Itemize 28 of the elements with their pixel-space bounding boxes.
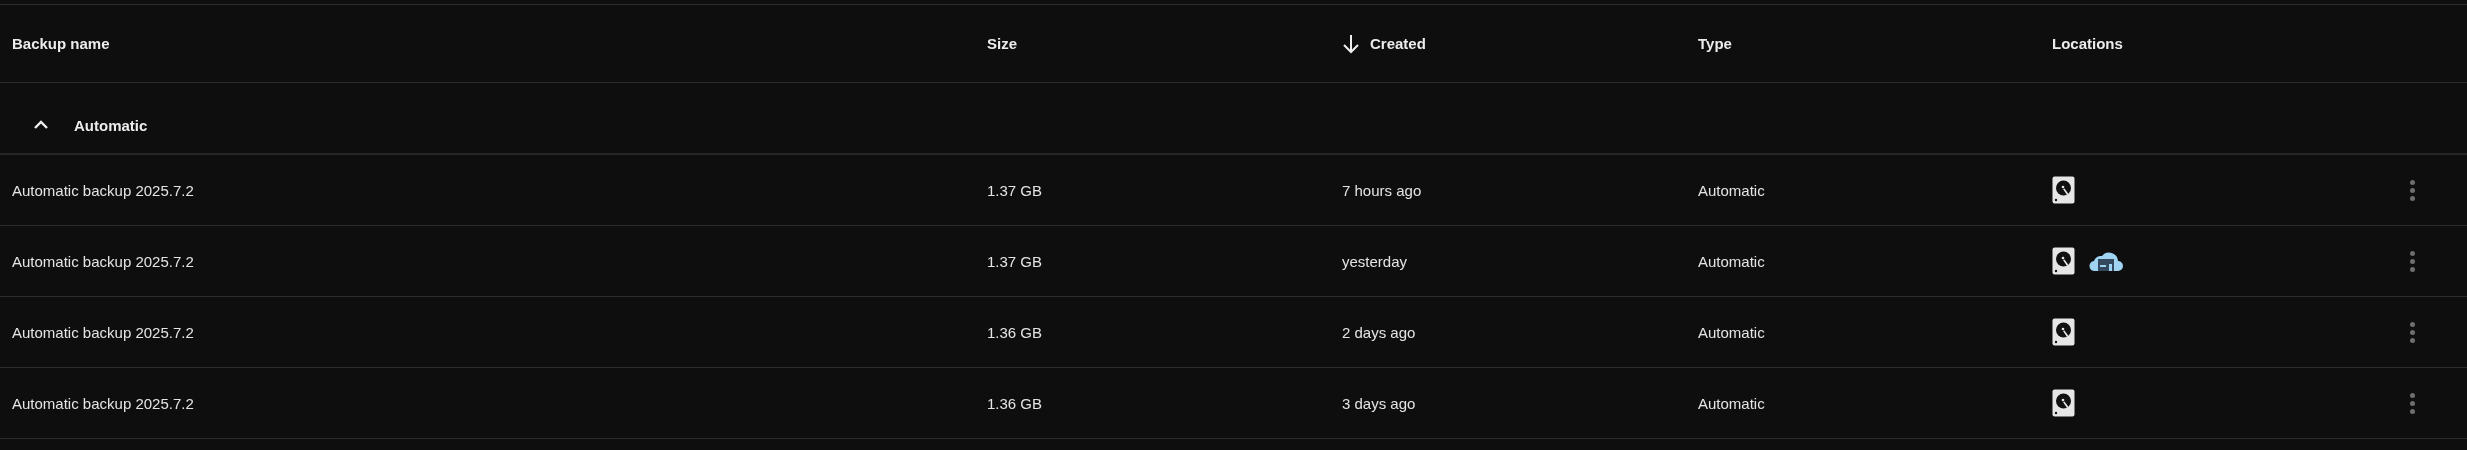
hard-drive-icon [2052, 389, 2075, 417]
table-cell-text: yesterday [1342, 252, 1409, 270]
table-cell-text: Automatic [1698, 252, 1766, 270]
table-cell-text: 7 hours ago [1342, 181, 1423, 199]
table-cell-text: 1.36 GB [987, 394, 1044, 412]
table-cell-text: 2 days ago [1342, 323, 1417, 341]
column-header[interactable]: Created [1370, 35, 1426, 52]
hard-drive-icon [2052, 176, 2075, 204]
hard-drive-icon [2052, 247, 2075, 275]
column-header[interactable]: Size [987, 35, 1017, 52]
sort-arrow-icon[interactable] [1342, 33, 1360, 54]
table-cell-text: Automatic [1698, 181, 1766, 199]
table-cell-text: 1.37 GB [987, 181, 1044, 199]
table-cell-text: Automatic backup 2025.7.2 [12, 252, 195, 270]
column-header[interactable]: Locations [2052, 35, 2123, 52]
cloud-building-icon [2089, 250, 2123, 272]
table-cell-text: Automatic backup 2025.7.2 [12, 181, 195, 199]
table-cell-text: Automatic backup 2025.7.2 [12, 394, 195, 412]
column-header[interactable]: Backup name [12, 35, 110, 52]
table-cell-text: Automatic [1698, 323, 1766, 341]
table-cell-text: 1.37 GB [987, 252, 1044, 270]
table-cell-text: 3 days ago [1342, 394, 1417, 412]
group-toggle[interactable]: Automatic [12, 102, 987, 134]
table-cell-text: Automatic [1698, 394, 1766, 412]
hard-drive-icon [2052, 318, 2075, 346]
column-header[interactable]: Type [1698, 35, 1732, 52]
table-cell-text: 1.36 GB [987, 323, 1044, 341]
table-cell-text: Automatic backup 2025.7.2 [12, 323, 195, 341]
